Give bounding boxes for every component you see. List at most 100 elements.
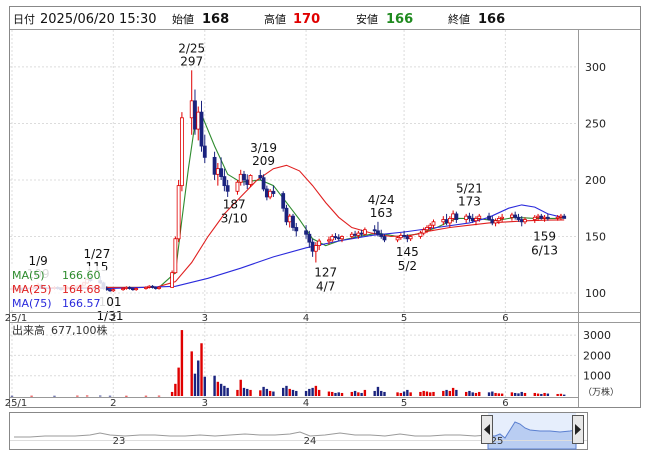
candle-body [542, 216, 547, 219]
volume-bar [494, 392, 497, 396]
volume-bar [268, 390, 272, 396]
volume-bar [399, 392, 403, 396]
volume-bar [396, 392, 399, 396]
candle-body [180, 117, 184, 187]
volume-bar [478, 391, 481, 396]
x-label-apr: 4 [303, 313, 309, 324]
candle-body [510, 214, 514, 218]
volume-bar [562, 394, 566, 396]
volume-bar [559, 393, 563, 396]
volume-bar [76, 395, 79, 397]
price-tick-300: 300 [585, 61, 606, 74]
volume-bar [487, 392, 491, 396]
range-navigator[interactable]: 23 24 25 [9, 412, 588, 450]
chart-canvas: 日付 2025/06/20 15:30 始値 168 高値 170 安値 166… [5, 6, 641, 450]
annotation-date: 1/27 [83, 247, 110, 261]
candle-body [536, 215, 540, 218]
volume-bar [108, 395, 112, 397]
volume-bar [471, 392, 474, 396]
candle-body [418, 232, 423, 237]
candle-body [441, 219, 446, 223]
candle-body [144, 286, 148, 289]
volume-bar [99, 395, 102, 397]
volume-bar [285, 385, 288, 396]
volume-bar [491, 391, 494, 396]
volume-bar [533, 392, 536, 396]
candle-body [431, 221, 436, 226]
candle-body [153, 286, 158, 289]
candle-body [362, 229, 367, 235]
volume-bar [540, 393, 543, 396]
candle-body [307, 233, 312, 243]
navigator-right-handle[interactable] [572, 415, 584, 444]
candle-body [405, 236, 410, 240]
candle-body [130, 288, 135, 291]
volume-bar [432, 391, 435, 396]
candle-body [395, 237, 400, 241]
ma-legend: MA(5) 166.60 MA(25) 164.68 MA(75) 166.57 [10, 266, 106, 310]
volume-bar [327, 391, 331, 396]
volume-bar [242, 387, 246, 396]
annotation-date: 4/24 [368, 193, 395, 207]
volume-bar [226, 387, 229, 396]
price-tick-150: 150 [585, 231, 606, 244]
candle-body [559, 215, 563, 218]
candle-body [212, 156, 217, 175]
navigator-label-24: 24 [304, 436, 317, 447]
x-label-jan: 25/1 [5, 313, 27, 324]
candle-body [470, 218, 475, 222]
volume-bar [10, 395, 14, 397]
candle-body [402, 234, 406, 237]
candle-body [310, 241, 315, 252]
vol-x-label-jun: 6 [502, 398, 508, 409]
candle-body [238, 173, 243, 183]
date-label: 日付 [13, 13, 35, 26]
volume-bar [85, 395, 89, 397]
candle-body [121, 288, 125, 291]
candle-body [281, 193, 286, 209]
volume-bar [304, 390, 308, 396]
volume-bar [53, 395, 56, 397]
candle [248, 174, 253, 187]
volume-bar [373, 390, 376, 396]
candle-body [340, 236, 344, 240]
vol-x-label-mar: 3 [202, 398, 208, 409]
candle-body [193, 100, 197, 130]
volume-bar [448, 390, 452, 396]
volume-legend: 出来高 677,100株 [12, 323, 108, 337]
x-label-jun: 6 [502, 313, 508, 324]
ma75-legend-name: MA(75) [12, 297, 52, 310]
navigator-left-handle[interactable] [481, 415, 493, 444]
volume-bar [170, 391, 174, 396]
volume-bar [360, 392, 363, 396]
volume-bar [180, 330, 184, 396]
volume-bar [246, 388, 249, 396]
candle-body [451, 213, 456, 219]
volume-bar [200, 343, 203, 396]
annotation-date: 4/7 [316, 280, 335, 294]
candle-body [294, 227, 299, 232]
candle-body [359, 232, 364, 235]
candle-body [222, 176, 227, 187]
candle-body [291, 215, 295, 228]
candle-body [199, 111, 204, 147]
volume-bar [357, 392, 360, 396]
candle [180, 112, 184, 192]
volume-bar [314, 385, 318, 396]
candle-body [202, 145, 207, 158]
candle-body [258, 175, 263, 179]
volume-bar [259, 390, 262, 396]
candle-body [428, 224, 433, 228]
candle-body [242, 173, 246, 181]
candle-body [421, 229, 426, 234]
annotation-value: 209 [252, 154, 275, 168]
volume-bar [520, 391, 523, 396]
candle-body [170, 272, 175, 288]
candle-body [330, 236, 335, 241]
annotation-value: 159 [533, 229, 556, 243]
ma5-legend-value: 166.60 [62, 269, 101, 282]
volume-bar [144, 395, 148, 397]
candle-body [444, 219, 449, 224]
volume-bar [197, 360, 200, 396]
candle-body [261, 177, 266, 190]
